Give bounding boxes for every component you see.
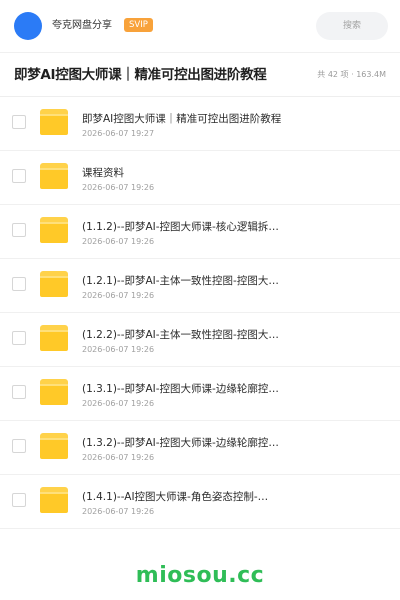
file-list: 即梦AI控图大师课｜精准可控出图进阶教程 2026-06-07 19:27 课程…: [0, 97, 400, 529]
folder-icon: [40, 217, 68, 243]
title-bar: 即梦AI控图大师课｜精准可控出图进阶教程 共 42 项 · 163.4M: [0, 53, 400, 97]
file-row[interactable]: (1.2.1)--即梦AI-主体一致性控图-控图大… 2026-06-07 19…: [0, 259, 400, 313]
checkbox-icon[interactable]: [12, 493, 26, 507]
file-name[interactable]: (1.3.1)--即梦AI-控图大师课-边缘轮廓控…: [82, 382, 382, 396]
folder-icon: [40, 379, 68, 405]
file-row[interactable]: (1.4.1)--AI控图大师课-角色姿态控制-… 2026-06-07 19:…: [0, 475, 400, 529]
folder-icon: [40, 271, 68, 297]
file-name[interactable]: (1.1.2)--即梦AI-控图大师课-核心逻辑拆…: [82, 220, 382, 234]
file-row[interactable]: (1.3.2)--即梦AI-控图大师课-边缘轮廓控… 2026-06-07 19…: [0, 421, 400, 475]
folder-icon: [40, 325, 68, 351]
file-date: 2026-06-07 19:27: [82, 129, 155, 138]
checkbox-icon[interactable]: [12, 169, 26, 183]
folder-icon: [40, 163, 68, 189]
file-name[interactable]: 即梦AI控图大师课｜精准可控出图进阶教程: [82, 112, 382, 126]
avatar[interactable]: [14, 12, 42, 40]
search-input[interactable]: [316, 12, 388, 40]
file-date: 2026-06-07 19:26: [82, 291, 155, 300]
file-count-size: 共 42 项 · 163.4M: [317, 70, 386, 79]
file-name[interactable]: (1.2.1)--即梦AI-主体一致性控图-控图大…: [82, 274, 382, 288]
checkbox-icon[interactable]: [12, 115, 26, 129]
checkbox-icon[interactable]: [12, 223, 26, 237]
file-row[interactable]: 即梦AI控图大师课｜精准可控出图进阶教程 2026-06-07 19:27: [0, 97, 400, 151]
checkbox-icon[interactable]: [12, 331, 26, 345]
folder-icon: [40, 109, 68, 135]
checkbox-icon[interactable]: [12, 277, 26, 291]
file-date: 2026-06-07 19:26: [82, 345, 155, 354]
file-date: 2026-06-07 19:26: [82, 453, 155, 462]
file-name[interactable]: (1.3.2)--即梦AI-控图大师课-边缘轮廓控…: [82, 436, 382, 450]
file-name[interactable]: (1.4.1)--AI控图大师课-角色姿态控制-…: [82, 490, 382, 504]
checkbox-icon[interactable]: [12, 439, 26, 453]
svip-badge: SVIP: [124, 18, 153, 32]
footer: miosou.cc: [0, 548, 400, 600]
file-date: 2026-06-07 19:26: [82, 399, 155, 408]
file-name[interactable]: 课程资料: [82, 166, 382, 180]
file-row[interactable]: 课程资料 2026-06-07 19:26: [0, 151, 400, 205]
file-date: 2026-06-07 19:26: [82, 507, 155, 516]
file-row[interactable]: (1.1.2)--即梦AI-控图大师课-核心逻辑拆… 2026-06-07 19…: [0, 205, 400, 259]
file-date: 2026-06-07 19:26: [82, 237, 155, 246]
app-header: 夸克网盘分享 SVIP: [0, 0, 400, 52]
checkbox-icon[interactable]: [12, 385, 26, 399]
file-row[interactable]: (1.3.1)--即梦AI-控图大师课-边缘轮廓控… 2026-06-07 19…: [0, 367, 400, 421]
folder-icon: [40, 433, 68, 459]
file-date: 2026-06-07 19:26: [82, 183, 155, 192]
brand-name: 夸克网盘分享: [52, 20, 112, 31]
file-row[interactable]: (1.2.2)--即梦AI-主体一致性控图-控图大… 2026-06-07 19…: [0, 313, 400, 367]
page-title: 即梦AI控图大师课｜精准可控出图进阶教程: [14, 67, 267, 83]
folder-icon: [40, 487, 68, 513]
file-name[interactable]: (1.2.2)--即梦AI-主体一致性控图-控图大…: [82, 328, 382, 342]
site-watermark: miosou.cc: [135, 563, 265, 588]
